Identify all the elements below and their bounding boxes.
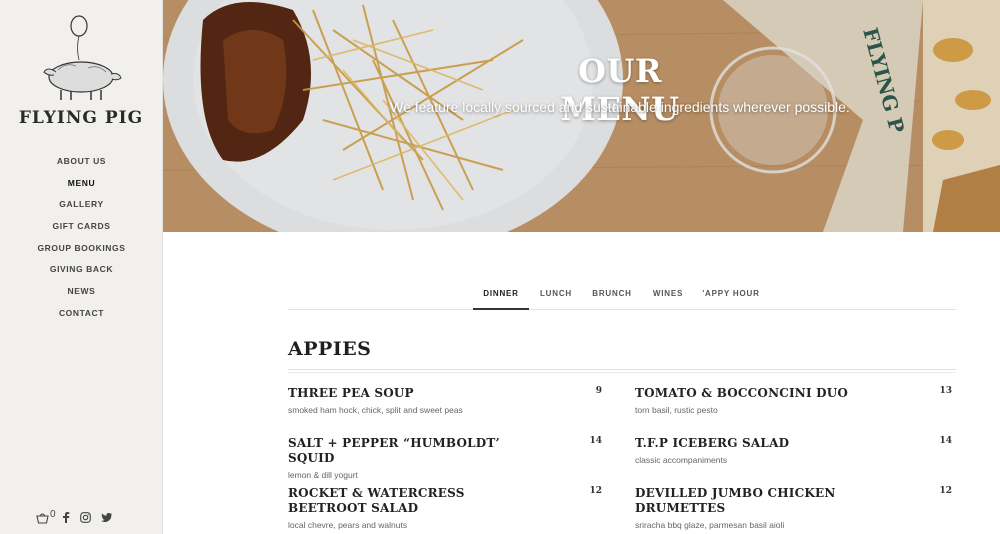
menu-item: TOMATO & BOCCONCINI DUO torn basil, rust… [635, 386, 952, 415]
cart-icon[interactable]: 0 [36, 509, 56, 526]
menu-item-name: THREE PEA SOUP [288, 386, 414, 400]
twitter-icon[interactable] [101, 512, 112, 525]
menu-item: THREE PEA SOUP smoked ham hock, chick, s… [288, 386, 605, 415]
nav-item-group-bookings[interactable]: GROUP BOOKINGS [0, 238, 163, 260]
tab-lunch[interactable]: LUNCH [535, 282, 577, 310]
section-divider [288, 369, 956, 370]
social-links: 0 [36, 509, 112, 526]
hero-subtitle: We feature locally sourced and sustainab… [390, 99, 850, 115]
menu-item-name: ROCKET & WATERCRESS BEETROOT SALAD [288, 486, 465, 515]
facebook-icon[interactable] [62, 512, 70, 526]
menu-item-desc: lemon & dill yogurt [288, 470, 358, 480]
tab-appy-hour[interactable]: 'APPY HOUR [698, 282, 764, 310]
menu-item-price: 12 [939, 486, 952, 496]
cart-count: 0 [50, 509, 56, 520]
menu-item: ROCKET & WATERCRESS BEETROOT SALAD local… [288, 486, 605, 530]
menu-item-price: 14 [589, 436, 602, 446]
tab-dinner[interactable]: DINNER [473, 282, 529, 310]
menu-item-price: 12 [589, 486, 602, 496]
menu-item-price: 13 [939, 386, 952, 396]
menu-item-price: 14 [939, 436, 952, 446]
nav-item-giving-back[interactable]: GIVING BACK [0, 259, 163, 281]
nav-item-gallery[interactable]: GALLERY [0, 194, 163, 216]
menu-item-desc: torn basil, rustic pesto [635, 405, 718, 415]
menu-item-name: T.F.P ICEBERG SALAD [635, 436, 790, 450]
hero-title: OUR MENU [560, 52, 680, 128]
menu-item-name: DEVILLED JUMBO CHICKEN DRUMETTES [635, 486, 836, 515]
section-divider-secondary [288, 372, 956, 373]
menu-item-desc: local chevre, pears and walnuts [288, 520, 408, 530]
menu-item-price: 9 [595, 386, 602, 396]
nav-item-about-us[interactable]: ABOUT US [0, 151, 163, 173]
nav-item-gift-cards[interactable]: GIFT CARDS [0, 216, 163, 238]
nav-item-contact[interactable]: CONTACT [0, 303, 163, 325]
tab-brunch[interactable]: BRUNCH [588, 282, 636, 310]
menu-item-desc: classic accompaniments [635, 455, 728, 465]
brand-name: FLYING PIG [18, 108, 144, 128]
menu-item: T.F.P ICEBERG SALAD classic accompanimen… [635, 436, 952, 465]
hero-banner: FLYING P OUR MENU We feature locally sou… [163, 0, 1000, 232]
menu-item: DEVILLED JUMBO CHICKEN DRUMETTES srirach… [635, 486, 952, 530]
tab-wines[interactable]: WINES [648, 282, 688, 310]
main-nav: ABOUT US MENU GALLERY GIFT CARDS GROUP B… [0, 151, 163, 325]
pig-balloon-icon [43, 15, 122, 100]
menu-tabs: DINNER LUNCH BRUNCH WINES 'APPY HOUR [288, 282, 956, 310]
instagram-icon[interactable] [80, 512, 91, 526]
menu-item-name: TOMATO & BOCCONCINI DUO [635, 386, 849, 400]
menu-item-desc: smoked ham hock, chick, split and sweet … [288, 405, 463, 415]
sidebar: FLYING PIG ABOUT US MENU GALLERY GIFT CA… [0, 0, 163, 534]
flying-pig-logo[interactable]: FLYING PIG [6, 12, 156, 137]
nav-item-news[interactable]: NEWS [0, 281, 163, 303]
menu-item: SALT + PEPPER “HUMBOLDT’ SQUID lemon & d… [288, 436, 605, 480]
menu-item-name: SALT + PEPPER “HUMBOLDT’ SQUID [288, 436, 500, 465]
nav-item-menu[interactable]: MENU [0, 173, 163, 195]
section-title: APPIES [288, 338, 372, 360]
menu-item-desc: sriracha bbq glaze, parmesan basil aioli [635, 520, 785, 530]
